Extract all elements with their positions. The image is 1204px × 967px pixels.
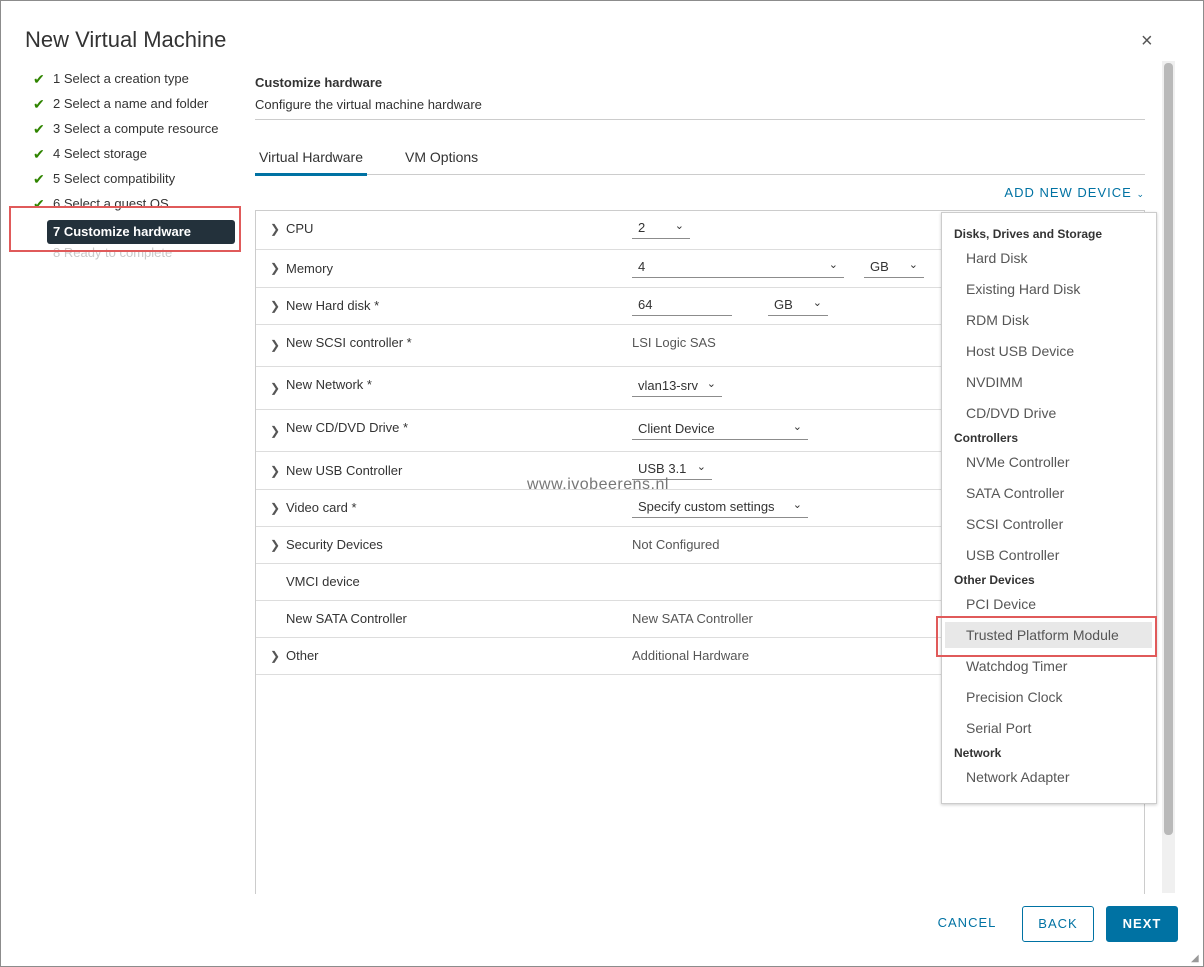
tab-virtual-hardware[interactable]: Virtual Hardware	[255, 147, 368, 176]
dropdown-heading: Other Devices	[954, 573, 1035, 587]
memory-unit-select[interactable]: GB ⌄	[864, 259, 924, 278]
scrollbar-thumb[interactable]	[1164, 63, 1173, 835]
annotation-box-tpm	[936, 616, 1157, 657]
resize-handle-icon[interactable]: ◢	[1191, 953, 1199, 964]
menu-item-usb-controller[interactable]: USB Controller	[966, 547, 1059, 563]
chevron-down-icon: ⌄	[792, 421, 802, 433]
menu-item-serial-port[interactable]: Serial Port	[966, 720, 1031, 736]
chevron-right-icon[interactable]: ❯	[270, 538, 280, 552]
add-new-device-button[interactable]: ADD NEW DEVICE ⌄	[1004, 185, 1145, 200]
dropdown-heading: Network	[954, 746, 1002, 760]
chevron-right-icon[interactable]: ❯	[270, 338, 280, 352]
chevron-down-icon: ⌄	[696, 461, 706, 473]
check-icon: ✔	[33, 171, 45, 187]
check-icon: ✔	[33, 121, 45, 137]
close-icon[interactable]: ×	[1141, 31, 1153, 51]
menu-item-pci-device[interactable]: PCI Device	[966, 596, 1036, 612]
menu-item-sata-controller[interactable]: SATA Controller	[966, 485, 1064, 501]
watermark: www.ivobeerens.nl	[527, 476, 669, 493]
menu-item-cddvd-drive[interactable]: CD/DVD Drive	[966, 405, 1056, 421]
chevron-down-icon: ⌄	[828, 259, 838, 271]
chevron-down-icon: ⌄	[812, 297, 822, 309]
tab-bar: Virtual Hardware VM Options	[255, 147, 1145, 176]
new-vm-dialog: New Virtual Machine × ✔ 1 Select a creati…	[0, 0, 1204, 967]
menu-item-network-adapter[interactable]: Network Adapter	[966, 769, 1070, 785]
add-device-dropdown: Disks, Drives and Storage Hard Disk Exis…	[941, 212, 1157, 804]
check-icon: ✔	[33, 96, 45, 112]
chevron-right-icon[interactable]: ❯	[270, 222, 280, 236]
section-subtitle: Configure the virtual machine hardware	[255, 97, 482, 112]
annotation-box-step	[9, 206, 241, 252]
dropdown-heading: Controllers	[954, 431, 1019, 445]
chevron-right-icon[interactable]: ❯	[270, 649, 280, 663]
tab-vm-options[interactable]: VM Options	[401, 147, 482, 173]
chevron-right-icon[interactable]: ❯	[270, 424, 280, 438]
chevron-right-icon[interactable]: ❯	[270, 501, 280, 515]
chevron-down-icon: ⌄	[674, 220, 684, 232]
chevron-down-icon: ⌄	[1136, 189, 1145, 199]
chevron-right-icon[interactable]: ❯	[270, 261, 280, 275]
step-3[interactable]: ✔ 3 Select a compute resource	[31, 121, 246, 146]
chevron-down-icon: ⌄	[706, 378, 716, 390]
check-icon: ✔	[33, 146, 45, 162]
back-button[interactable]: BACK	[1022, 906, 1094, 942]
dialog-title: New Virtual Machine	[25, 27, 227, 52]
video-select[interactable]: Specify custom settings ⌄	[632, 499, 808, 518]
cancel-button[interactable]: CANCEL	[931, 906, 1003, 942]
memory-input[interactable]: 4 ⌄	[632, 259, 844, 278]
menu-item-existing-hard-disk[interactable]: Existing Hard Disk	[966, 281, 1080, 297]
chevron-right-icon[interactable]: ❯	[270, 299, 280, 313]
scrollbar[interactable]	[1162, 61, 1175, 893]
network-select[interactable]: vlan13-srv ⌄	[632, 378, 722, 397]
step-4[interactable]: ✔ 4 Select storage	[31, 146, 246, 171]
step-2[interactable]: ✔ 2 Select a name and folder	[31, 96, 246, 121]
menu-item-rdm-disk[interactable]: RDM Disk	[966, 312, 1029, 328]
menu-item-scsi-controller[interactable]: SCSI Controller	[966, 516, 1063, 532]
step-5[interactable]: ✔ 5 Select compatibility	[31, 171, 246, 196]
menu-item-nvdimm[interactable]: NVDIMM	[966, 374, 1023, 390]
cddvd-select[interactable]: Client Device ⌄	[632, 421, 808, 440]
chevron-right-icon[interactable]: ❯	[270, 464, 280, 478]
menu-item-watchdog-timer[interactable]: Watchdog Timer	[966, 658, 1067, 674]
check-icon: ✔	[33, 71, 45, 87]
hard-disk-size-input[interactable]: 64	[632, 297, 732, 316]
cpu-select[interactable]: 2 ⌄	[632, 220, 690, 239]
section-title: Customize hardware	[255, 75, 383, 90]
dropdown-heading: Disks, Drives and Storage	[954, 227, 1103, 241]
chevron-down-icon: ⌄	[908, 259, 918, 271]
chevron-right-icon[interactable]: ❯	[270, 381, 280, 395]
hard-disk-unit-select[interactable]: GB ⌄	[768, 297, 828, 316]
next-button[interactable]: NEXT	[1106, 906, 1178, 942]
menu-item-nvme-controller[interactable]: NVMe Controller	[966, 454, 1069, 470]
menu-item-hard-disk[interactable]: Hard Disk	[966, 250, 1027, 266]
menu-item-host-usb-device[interactable]: Host USB Device	[966, 343, 1074, 359]
chevron-down-icon: ⌄	[792, 499, 802, 511]
menu-item-precision-clock[interactable]: Precision Clock	[966, 689, 1062, 705]
divider	[255, 119, 1145, 120]
step-1[interactable]: ✔ 1 Select a creation type	[31, 71, 246, 96]
